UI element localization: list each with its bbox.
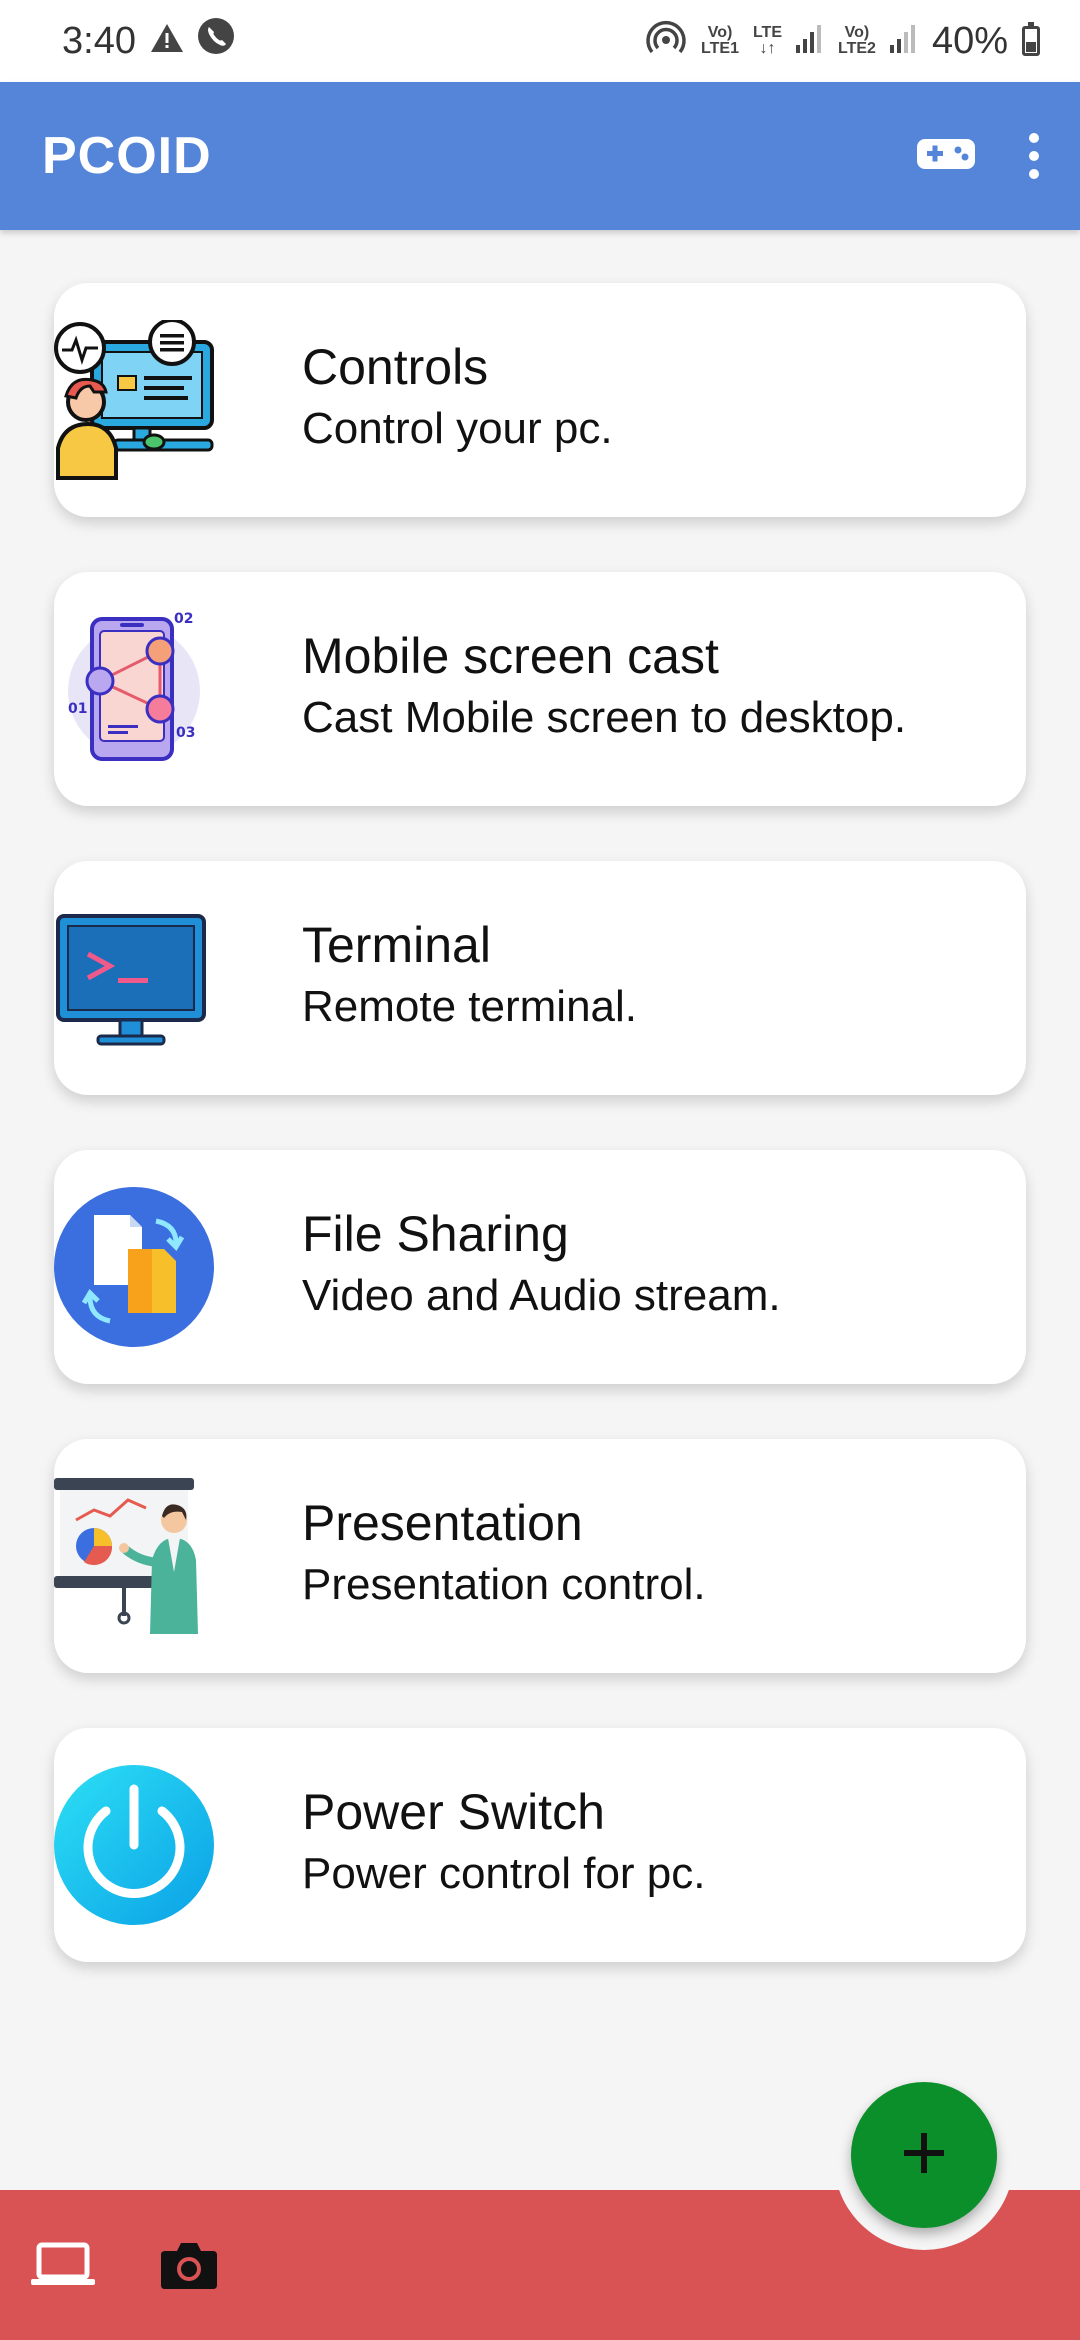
card-texts: File Sharing Video and Audio stream. [302, 1204, 781, 1324]
card-title: Mobile screen cast [302, 628, 719, 684]
card-subtitle: Control your pc. [302, 404, 613, 453]
gamepad-icon [916, 137, 976, 176]
laptop-button[interactable] [30, 2238, 96, 2294]
phone-call-icon [197, 18, 234, 64]
card-title: Controls [302, 339, 489, 395]
card-subtitle: Presentation control. [302, 1560, 706, 1609]
file-sharing-icon [54, 1187, 214, 1347]
card-subtitle: Remote terminal. [302, 982, 638, 1031]
card-texts: Presentation Presentation control. [302, 1493, 706, 1613]
card-texts: Controls Control your pc. [302, 337, 613, 457]
card-power-switch[interactable]: Power Switch Power control for pc. [54, 1728, 1026, 1962]
camera-button[interactable] [156, 2238, 222, 2294]
volte1-label: Vo) [707, 24, 733, 41]
lte-label: LTE [752, 24, 782, 41]
lte2-label: LTE2 [838, 40, 876, 57]
card-texts: Mobile screen cast Cast Mobile screen to… [302, 626, 906, 746]
svg-text:03: 03 [176, 725, 195, 741]
laptop-icon [31, 2242, 95, 2291]
card-terminal[interactable]: Terminal Remote terminal. [54, 861, 1026, 1095]
app-bar: PCOID [0, 82, 1080, 230]
status-time: 3:40 [62, 19, 136, 62]
lte1-label: LTE1 [701, 40, 739, 57]
card-presentation[interactable]: Presentation Presentation control. [54, 1439, 1026, 1673]
card-subtitle: Power control for pc. [302, 1849, 706, 1898]
card-controls[interactable]: Controls Control your pc. [54, 283, 1026, 517]
card-texts: Power Switch Power control for pc. [302, 1782, 706, 1902]
plus-icon [902, 2131, 946, 2180]
add-fab-button[interactable] [851, 2082, 997, 2228]
status-right: Vo) LTE1 LTE ↓↑ Vo) LTE2 40% [645, 18, 1040, 64]
svg-text:01: 01 [68, 701, 87, 717]
hotspot-icon [645, 18, 687, 64]
terminal-monitor-icon [54, 898, 214, 1058]
mobile-cast-illustration-icon: 02 01 03 [54, 609, 214, 769]
card-file-sharing[interactable]: File Sharing Video and Audio stream. [54, 1150, 1026, 1384]
volte2-label: Vo) [844, 24, 870, 41]
signal-sim2-icon [889, 20, 918, 63]
more-options-button[interactable] [1014, 124, 1054, 188]
more-vert-icon [1029, 133, 1039, 179]
card-title: Power Switch [302, 1784, 605, 1840]
svg-text:02: 02 [174, 611, 193, 627]
battery-percent: 40% [931, 19, 1008, 62]
sim1-volte-indicator: Vo) LTE1 [701, 25, 739, 57]
gamepad-button[interactable] [914, 124, 978, 188]
presentation-icon [54, 1476, 214, 1636]
card-texts: Terminal Remote terminal. [302, 915, 637, 1035]
lte-data-indicator: LTE ↓↑ [753, 25, 782, 57]
controls-illustration-icon [54, 318, 214, 480]
status-left: 3:40 [62, 18, 234, 64]
card-title: Presentation [302, 1495, 583, 1551]
card-subtitle: Video and Audio stream. [302, 1271, 781, 1320]
data-arrows-icon: ↓↑ [759, 40, 776, 57]
card-title: File Sharing [302, 1206, 569, 1262]
warning-icon [150, 20, 184, 63]
app-title: PCOID [42, 127, 212, 185]
sim2-volte-indicator: Vo) LTE2 [838, 25, 876, 57]
power-switch-icon [54, 1765, 214, 1925]
card-subtitle: Cast Mobile screen to desktop. [302, 693, 907, 742]
card-mobile-screen-cast[interactable]: 02 01 03 Mobile screen cast Cast Mobile … [54, 572, 1026, 806]
card-title: Terminal [302, 917, 491, 973]
status-bar: 3:40 Vo) LTE1 LTE ↓↑ Vo) LTE2 40% [0, 0, 1080, 82]
battery-icon [1022, 22, 1040, 56]
signal-sim1-icon [796, 20, 824, 63]
camera-icon [161, 2239, 217, 2294]
